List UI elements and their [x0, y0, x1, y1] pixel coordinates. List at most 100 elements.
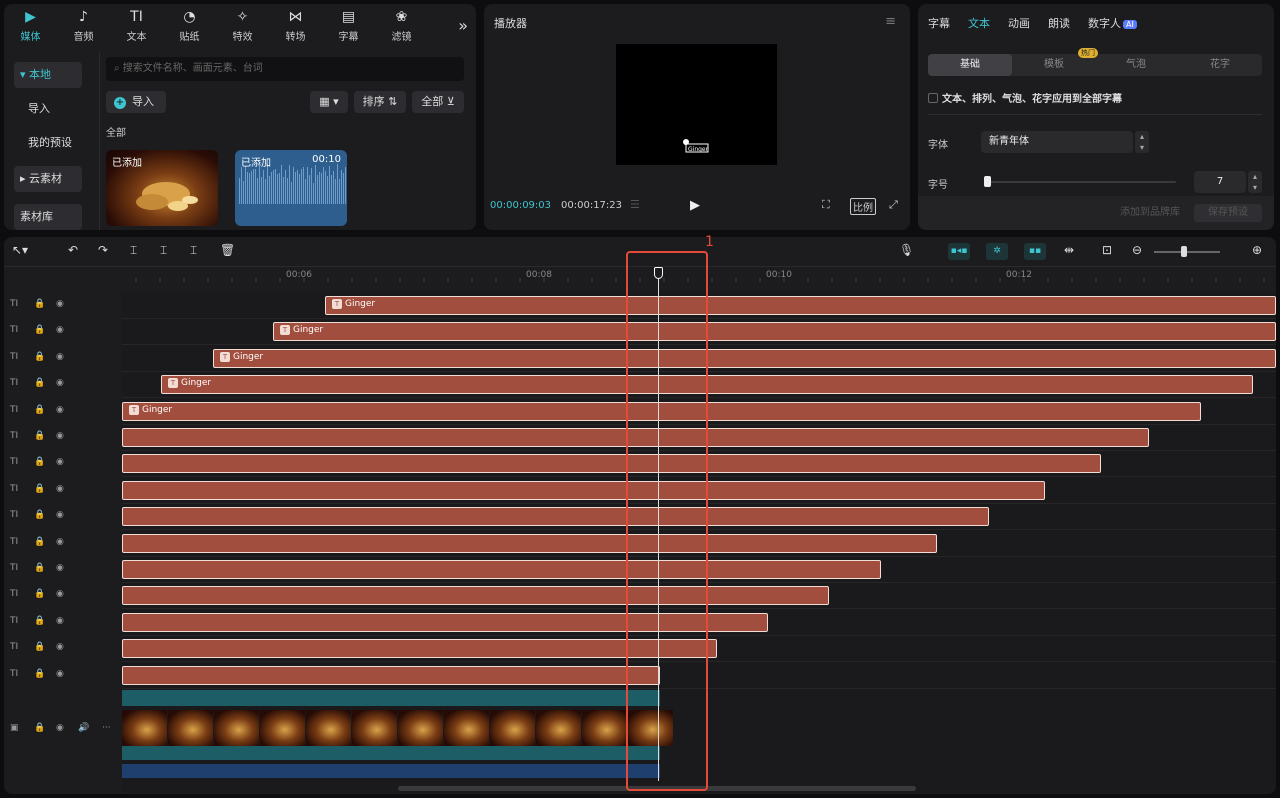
- lock-icon[interactable]: 🔒: [34, 352, 45, 362]
- lock-icon[interactable]: 🔒: [34, 431, 45, 441]
- text-clip[interactable]: [122, 480, 1045, 500]
- lock-icon[interactable]: 🔒: [34, 589, 45, 599]
- text-clip[interactable]: [122, 560, 881, 579]
- text-clip[interactable]: T Ginger: [213, 348, 1276, 368]
- side-item-local[interactable]: ▾ 本地: [14, 62, 82, 88]
- split-left-icon[interactable]: ⌶: [160, 243, 167, 258]
- linkage-icon[interactable]: ▪▪: [1024, 243, 1046, 260]
- main-track-magnet-icon[interactable]: ▪◂▪: [948, 243, 970, 260]
- apply-all-checkbox[interactable]: 文本、排列、气泡、花字应用到全部字幕: [928, 90, 1122, 105]
- tab-animation[interactable]: 动画: [1008, 15, 1030, 31]
- eye-icon[interactable]: ◉: [56, 431, 64, 441]
- split-icon[interactable]: ⌶: [130, 243, 137, 258]
- text-clip[interactable]: [122, 533, 937, 553]
- eye-icon[interactable]: ◉: [56, 405, 64, 415]
- save-preset-button[interactable]: 保存预设: [1194, 204, 1262, 222]
- subtab-fancy-text[interactable]: 花字: [1178, 54, 1262, 76]
- subtab-bubble[interactable]: 气泡: [1094, 54, 1178, 76]
- more-tabs-icon[interactable]: »: [458, 16, 468, 35]
- lock-icon[interactable]: 🔒: [34, 299, 45, 309]
- lock-icon[interactable]: 🔒: [34, 325, 45, 335]
- eye-icon[interactable]: ◉: [56, 299, 64, 309]
- side-item-import[interactable]: 导入: [14, 96, 82, 122]
- size-slider-knob[interactable]: [984, 176, 991, 187]
- add-to-brand-button[interactable]: 添加到品牌库: [1114, 204, 1186, 222]
- auto-snap-icon[interactable]: ✲: [986, 243, 1008, 260]
- thumbnail-icon[interactable]: ⊡: [1102, 243, 1112, 257]
- zoom-in-icon[interactable]: ⊕: [1252, 243, 1262, 257]
- text-clip[interactable]: [122, 586, 829, 606]
- eye-icon[interactable]: ◉: [56, 352, 64, 362]
- view-toggle-button[interactable]: ▦ ▾: [310, 91, 348, 113]
- timeline-grid-icon[interactable]: ☰: [630, 198, 640, 211]
- media-thumb-audio[interactable]: 已添加 00:10: [235, 150, 347, 226]
- tab-effects[interactable]: ✧ 特效: [216, 4, 269, 48]
- import-button[interactable]: + 导入: [106, 91, 166, 113]
- audio-clip[interactable]: [122, 764, 660, 778]
- eye-icon[interactable]: ◉: [56, 642, 64, 652]
- tab-subtitle[interactable]: 字幕: [928, 15, 950, 31]
- tab-media[interactable]: ▶ 媒体: [4, 4, 57, 48]
- lock-icon[interactable]: 🔒: [34, 510, 45, 520]
- lock-icon[interactable]: 🔒: [34, 563, 45, 573]
- font-select[interactable]: 新青年体: [981, 131, 1133, 153]
- menu-icon[interactable]: ≡: [885, 14, 896, 29]
- eye-icon[interactable]: ◉: [56, 484, 64, 494]
- main-video-clip[interactable]: [122, 690, 673, 778]
- media-thumb-ginger-image[interactable]: 已添加: [106, 150, 218, 226]
- eye-icon[interactable]: ◉: [56, 457, 64, 467]
- text-clip[interactable]: T Ginger: [325, 296, 1276, 315]
- select-tool-icon[interactable]: ↖▾: [12, 243, 28, 257]
- eye-icon[interactable]: ◉: [56, 325, 64, 335]
- sort-button[interactable]: 排序 ⇅: [354, 91, 406, 113]
- font-stepper[interactable]: ▴ ▾: [1135, 131, 1149, 153]
- eye-icon[interactable]: ◉: [56, 378, 64, 388]
- tab-sticker[interactable]: ◔ 贴纸: [163, 4, 216, 48]
- eye-icon[interactable]: ◉: [56, 563, 64, 573]
- lock-icon[interactable]: 🔒: [34, 669, 45, 679]
- tab-transition[interactable]: ⋈ 转场: [269, 4, 322, 48]
- filter-button[interactable]: 全部 ⊻: [412, 91, 464, 113]
- eye-icon[interactable]: ◉: [56, 589, 64, 599]
- eye-icon[interactable]: ◉: [56, 669, 64, 679]
- text-clip[interactable]: T Ginger: [273, 322, 1276, 342]
- text-clip[interactable]: [122, 665, 660, 685]
- zoom-slider[interactable]: [1154, 251, 1220, 253]
- play-icon[interactable]: ▶: [690, 198, 700, 213]
- more-icon[interactable]: ···: [102, 723, 111, 733]
- microphone-icon[interactable]: 🎙: [899, 243, 914, 257]
- tab-audio[interactable]: ♪ 音频: [57, 4, 110, 48]
- size-input[interactable]: 7: [1194, 171, 1246, 193]
- tab-text[interactable]: TI 文本: [110, 4, 163, 48]
- size-stepper[interactable]: ▴ ▾: [1248, 171, 1262, 193]
- eye-icon[interactable]: ◉: [56, 510, 64, 520]
- tab-filter[interactable]: ❀ 滤镜: [375, 4, 428, 48]
- side-item-cloud[interactable]: ▸ 云素材: [14, 166, 82, 192]
- subtab-basic[interactable]: 基础: [928, 54, 1012, 76]
- media-search-input[interactable]: ⌕ 搜索文件名称、画面元素、台词: [106, 57, 464, 81]
- text-clip[interactable]: [122, 507, 989, 527]
- lock-icon[interactable]: 🔒: [34, 642, 45, 652]
- size-slider-track[interactable]: [984, 176, 1176, 187]
- side-item-presets[interactable]: 我的预设: [14, 130, 82, 156]
- lock-icon[interactable]: 🔒: [34, 457, 45, 467]
- video-preview[interactable]: Ginger: [616, 44, 777, 165]
- side-item-library[interactable]: 素材库: [14, 204, 82, 230]
- tab-read-aloud[interactable]: 朗读: [1048, 15, 1070, 31]
- eye-icon[interactable]: ◉: [56, 537, 64, 547]
- delete-icon[interactable]: 🗑: [220, 243, 235, 257]
- redo-icon[interactable]: ↷: [98, 243, 108, 257]
- lock-icon[interactable]: 🔒: [34, 484, 45, 494]
- lock-icon[interactable]: 🔒: [34, 405, 45, 415]
- ratio-button[interactable]: 比例: [850, 198, 876, 215]
- tab-text-props[interactable]: 文本: [968, 15, 990, 31]
- lock-icon[interactable]: 🔒: [34, 537, 45, 547]
- tab-caption[interactable]: ▤ 字幕: [322, 4, 375, 48]
- lock-icon[interactable]: 🔒: [34, 616, 45, 626]
- undo-icon[interactable]: ↶: [68, 243, 78, 257]
- text-clip[interactable]: [122, 454, 1101, 474]
- eye-icon[interactable]: ◉: [56, 616, 64, 626]
- lock-icon[interactable]: 🔒: [34, 723, 45, 733]
- lock-icon[interactable]: 🔒: [34, 378, 45, 388]
- fit-screen-icon[interactable]: ⛶: [822, 198, 830, 212]
